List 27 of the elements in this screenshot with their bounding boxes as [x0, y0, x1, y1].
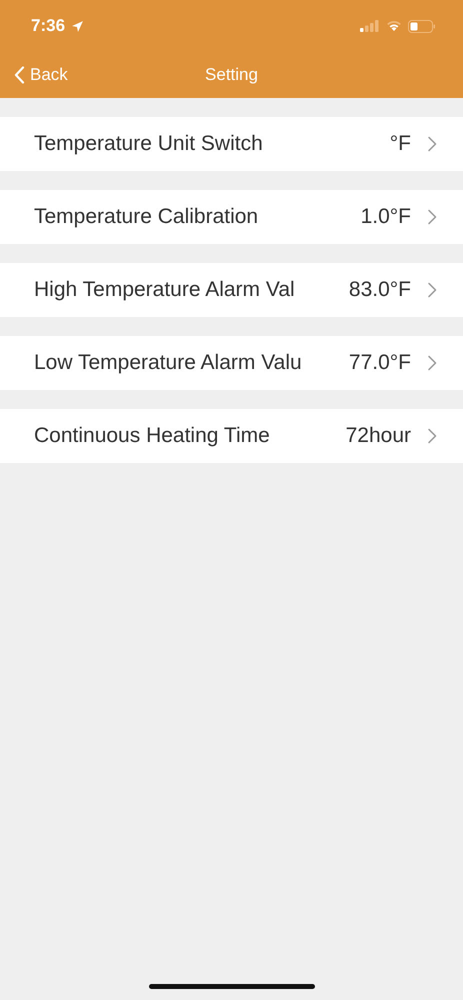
row-value: 1.0°F [360, 205, 411, 229]
status-time: 7:36 [31, 16, 66, 36]
signal-icon [360, 20, 380, 32]
settings-row[interactable]: Continuous Heating Time 72hour [0, 409, 463, 463]
row-label: High Temperature Alarm Val [34, 278, 295, 302]
chevron-right-icon [427, 282, 437, 298]
location-arrow-icon [71, 20, 84, 32]
chevron-right-icon [427, 428, 437, 444]
battery-icon [408, 20, 436, 32]
chevron-right-icon [427, 136, 437, 152]
chevron-right-icon [427, 209, 437, 225]
row-label: Temperature Calibration [34, 205, 258, 229]
row-label: Low Temperature Alarm Valu [34, 351, 302, 375]
back-chevron-icon [14, 66, 25, 84]
chevron-right-icon [427, 355, 437, 371]
settings-row[interactable]: Low Temperature Alarm Valu 77.0°F [0, 336, 463, 390]
row-label: Continuous Heating Time [34, 424, 270, 448]
row-label: Temperature Unit Switch [34, 132, 263, 156]
settings-row[interactable]: Temperature Unit Switch °F [0, 117, 463, 171]
row-value: °F [388, 132, 411, 156]
settings-row[interactable]: High Temperature Alarm Val 83.0°F [0, 263, 463, 317]
wifi-icon [386, 20, 402, 32]
row-value: 77.0°F [348, 351, 411, 375]
row-value: 72hour [344, 424, 411, 448]
settings-row[interactable]: Temperature Calibration 1.0°F [0, 190, 463, 244]
page-title: Setting [205, 65, 258, 85]
row-value: 83.0°F [348, 278, 411, 302]
